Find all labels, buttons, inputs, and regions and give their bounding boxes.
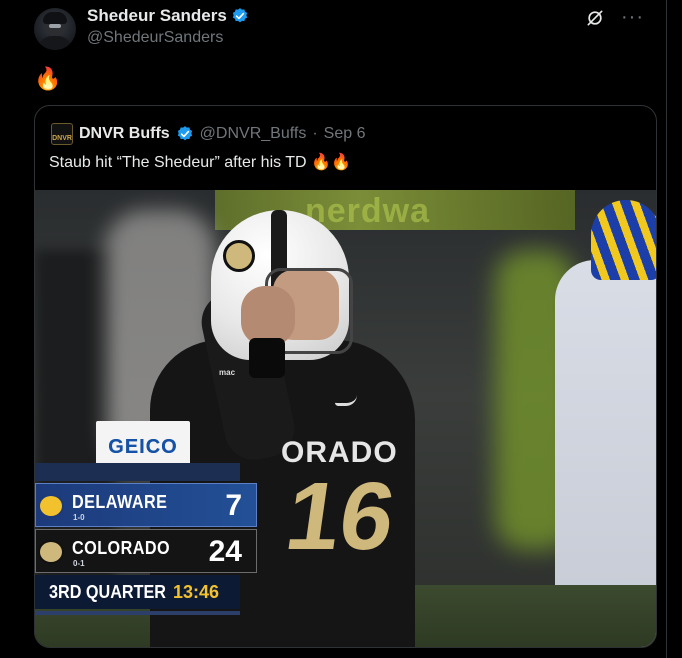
- scoreboard: DELAWARE 1-0 7 COLORADO 0-1 24 3RD QUART…: [35, 463, 259, 615]
- quote-text: Staub hit “The Shedeur” after his TD 🔥🔥: [49, 154, 351, 171]
- team-score: 7: [225, 489, 242, 522]
- quote-media-image[interactable]: nerdwa mac ORADO 16 GEICO DELAWARE 1-0 7…: [35, 190, 656, 647]
- avatar-glasses: [49, 24, 61, 28]
- tweet-actions-top: ···: [585, 6, 644, 29]
- tweet-text: 🔥: [34, 66, 62, 91]
- jersey-number: 16: [279, 463, 402, 570]
- game-quarter: 3RD QUARTER: [49, 582, 167, 602]
- team-record: 1-0: [73, 513, 85, 522]
- team-score: 24: [208, 535, 242, 568]
- quote-separator: ·: [312, 125, 318, 142]
- more-options-icon[interactable]: ···: [621, 6, 644, 29]
- delaware-logo: [38, 494, 64, 518]
- quote-avatar-logo: DNVR: [51, 123, 73, 145]
- team-name: DELAWARE: [72, 492, 168, 512]
- sleeve-patch: mac: [219, 368, 236, 377]
- team-name: COLORADO: [72, 538, 171, 558]
- author-display-name[interactable]: Shedeur Sanders: [87, 6, 227, 26]
- scoreboard-row-delaware: DELAWARE 1-0 7: [35, 483, 257, 527]
- author-handle[interactable]: @ShedeurSanders: [87, 29, 223, 47]
- avatar-cap: [43, 12, 67, 24]
- team-record: 0-1: [73, 559, 85, 568]
- column-divider: [666, 0, 667, 658]
- scoreboard-bottom-strip: [35, 611, 240, 615]
- verified-badge-icon: [177, 126, 192, 141]
- scoreboard-row-colorado: COLORADO 0-1 24: [35, 529, 257, 573]
- verified-badge-icon: [232, 8, 247, 23]
- quote-handle[interactable]: @DNVR_Buffs: [200, 125, 307, 143]
- grok-icon[interactable]: [585, 8, 605, 28]
- helmet-logo: [223, 240, 255, 272]
- quoted-tweet-header: DNVR DNVR Buffs @DNVR_Buffs · Sep 6: [51, 123, 365, 145]
- scoreboard-clock-row: 3RD QUARTER 13:46: [35, 575, 240, 609]
- game-clock: 13:46: [173, 582, 220, 602]
- sponsor-text: GEICO: [108, 435, 178, 458]
- quote-date[interactable]: Sep 6: [324, 125, 366, 143]
- scoreboard-top-strip: [35, 463, 240, 481]
- author-name-row: Shedeur Sanders: [87, 6, 249, 26]
- tweet: Shedeur Sanders @ShedeurSanders ··· 🔥 DN…: [0, 0, 666, 658]
- player-wristband: [249, 338, 285, 378]
- colorado-logo: [38, 540, 64, 564]
- quoted-tweet[interactable]: DNVR DNVR Buffs @DNVR_Buffs · Sep 6 Stau…: [34, 105, 657, 648]
- avatar-body: [38, 36, 72, 50]
- avatar[interactable]: [34, 8, 76, 50]
- opponent-helmet: [591, 200, 656, 280]
- quote-display-name[interactable]: DNVR Buffs: [79, 125, 170, 143]
- player-hand: [241, 286, 295, 346]
